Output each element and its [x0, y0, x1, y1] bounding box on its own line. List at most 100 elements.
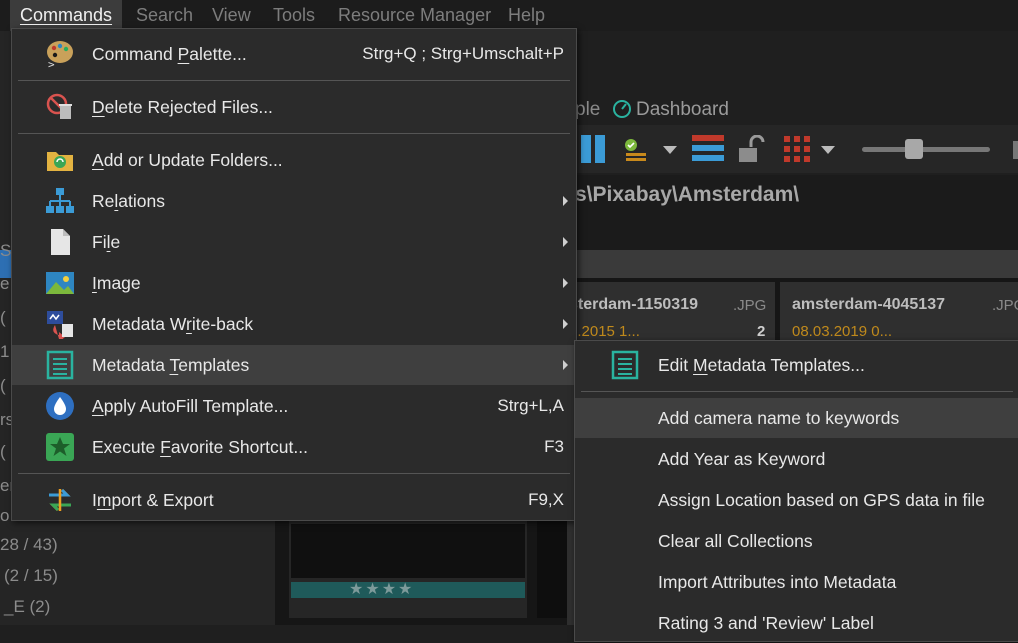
image-icon [45, 268, 75, 298]
menu-item-command-palette[interactable]: >_ Command Palette... Strg+Q ; Strg+Umscha… [12, 34, 576, 74]
thumbnail-ext: .JPG [733, 297, 767, 314]
file-icon [45, 227, 75, 257]
thumbnail-image [291, 524, 525, 578]
submenu-item-label: Import Attributes into Metadata [658, 572, 897, 592]
menu-item-label: Metadata Write-back [92, 314, 254, 334]
menu-item-label: File [92, 232, 121, 252]
menu-item-label: Delete Rejected Files... [92, 97, 273, 117]
left-panel-fragment: ( [0, 376, 6, 395]
menu-item-shortcut: Strg+Q ; Strg+Umschalt+P [362, 44, 564, 63]
thumbnail-ext: .JPG [992, 297, 1018, 314]
dashboard-icon [612, 99, 632, 119]
left-panel-fragment: e [0, 274, 10, 293]
menu-item-file[interactable]: File [12, 222, 576, 262]
delete-rejected-icon [45, 92, 75, 122]
rating-bar[interactable]: ★★★★ [291, 581, 525, 598]
left-panel-fragment: ( [0, 308, 6, 327]
submenu-item-label: Rating 3 and 'Review' Label [658, 613, 874, 633]
submenu-item-label: Assign Location based on GPS data in fil… [658, 490, 985, 510]
submenu-item-add-camera-name-to-keywords[interactable]: Add camera name to keywords [575, 398, 1018, 438]
template-icon [610, 350, 640, 380]
menu-bar: Commands Search View Tools Resource Mana… [0, 0, 1018, 31]
chevron-down-icon[interactable] [821, 146, 835, 154]
submenu-item-assign-location-based-on-gps-data-in-file[interactable]: Assign Location based on GPS data in fil… [575, 480, 1018, 520]
menu-tools[interactable]: Tools [273, 0, 315, 31]
menu-resource-manager[interactable]: Resource Manager [338, 0, 491, 31]
menu-item-metadata-templates[interactable]: Metadata Templates [12, 345, 576, 385]
submenu-item-rating-3-and-review-label[interactable]: Rating 3 and 'Review' Label [575, 603, 1018, 643]
thumbnail-date: 3.2015 1... [569, 323, 640, 340]
list-view-icon[interactable] [692, 133, 724, 165]
zoom-slider-track[interactable] [862, 147, 990, 152]
pause-icon[interactable] [581, 135, 607, 163]
menu-item-label: Metadata Templates [92, 355, 250, 375]
menu-item-apply-autofill-template[interactable]: Apply AutoFill Template... Strg+L,A [12, 386, 576, 426]
tab-fragment[interactable]: ple [575, 99, 600, 121]
menu-item-shortcut: F9,X [528, 490, 564, 509]
submenu-item-label: Clear all Collections [658, 531, 813, 551]
toolbar-edge [1013, 141, 1018, 159]
thumbnail-name: sterdam-1150319 [569, 296, 698, 313]
submenu-item-label: Add camera name to keywords [658, 408, 900, 428]
left-panel-fragment: o [0, 506, 10, 525]
menu-separator [581, 391, 1013, 392]
grid-header [575, 250, 1018, 278]
menu-separator [18, 133, 570, 134]
menu-separator [18, 473, 570, 474]
menu-item-label: Relations [92, 191, 165, 211]
left-panel-fragment: 1 [0, 342, 10, 361]
rating-stars: ★★★★ [349, 581, 415, 598]
submenu-arrow-icon [563, 319, 568, 329]
menu-item-import-export[interactable]: Import & Export F9,X [12, 480, 576, 520]
toolbar [575, 125, 1018, 173]
submenu-arrow-icon [563, 196, 568, 206]
submenu-arrow-icon [563, 237, 568, 247]
svg-text:>_: >_ [48, 58, 62, 69]
menu-item-image[interactable]: Image [12, 263, 576, 303]
metadata-writeback-icon [45, 309, 75, 342]
menu-search[interactable]: Search [136, 0, 193, 31]
unlock-icon[interactable] [737, 134, 767, 165]
submenu-item-label: Edit Metadata Templates... [658, 355, 865, 375]
grid-view-icon[interactable] [783, 135, 813, 165]
menu-item-label: Command Palette... [92, 44, 247, 64]
menu-item-delete-rejected-files[interactable]: Delete Rejected Files... [12, 87, 576, 127]
menu-separator [18, 80, 570, 81]
filter-check-icon[interactable] [623, 137, 649, 161]
left-panel-fragment: S [0, 241, 12, 260]
menu-item-shortcut: Strg+L,A [497, 396, 564, 415]
menu-commands[interactable]: Commands [10, 0, 123, 31]
menu-item-label: Add or Update Folders... [92, 150, 283, 170]
thumbnail-image [537, 518, 567, 618]
submenu-arrow-icon [563, 278, 568, 288]
submenu-item-import-attributes-into-metadata[interactable]: Import Attributes into Metadata [575, 562, 1018, 602]
zoom-slider-handle[interactable] [905, 139, 923, 159]
thumbnail-name: amsterdam-4045137 [792, 296, 945, 313]
submenu-item-clear-all-collections[interactable]: Clear all Collections [575, 521, 1018, 561]
favorite-star-icon [45, 432, 75, 462]
relations-icon [45, 186, 75, 216]
folder-sync-icon [45, 145, 75, 175]
menu-item-execute-favorite-shortcut[interactable]: Execute Favorite Shortcut... F3 [12, 427, 576, 467]
left-panel-fragment: ( [0, 442, 6, 461]
menu-item-relations[interactable]: Relations [12, 181, 576, 221]
folder-path: s\Pixabay\Amsterdam\ [575, 183, 800, 206]
menu-view[interactable]: View [212, 0, 251, 31]
menu-item-shortcut: F3 [544, 437, 564, 456]
menu-item-metadata-write-back[interactable]: Metadata Write-back [12, 304, 576, 344]
left-panel-fragment: _E (2) [4, 597, 51, 616]
submenu-item-add-year-as-keyword[interactable]: Add Year as Keyword [575, 439, 1018, 479]
menu-help[interactable]: Help [508, 0, 545, 31]
import-export-icon [45, 485, 75, 515]
menu-item-label: Import & Export [92, 490, 214, 510]
tab-dashboard[interactable]: Dashboard [636, 99, 729, 121]
thumbnail-date: 08.03.2019 0... [792, 323, 893, 340]
commands-menu: >_ Command Palette... Strg+Q ; Strg+Umscha… [11, 28, 577, 521]
autofill-icon [45, 391, 75, 421]
submenu-item-edit-metadata-templates[interactable]: Edit Metadata Templates... [575, 345, 1018, 385]
palette-icon: >_ [45, 39, 75, 71]
thumbnail-card[interactable]: ★★★★ [289, 518, 527, 618]
chevron-down-icon[interactable] [663, 146, 677, 154]
menu-item-add-or-update-folders[interactable]: Add or Update Folders... [12, 140, 576, 180]
left-panel-fragment: 28 / 43) [0, 535, 58, 554]
